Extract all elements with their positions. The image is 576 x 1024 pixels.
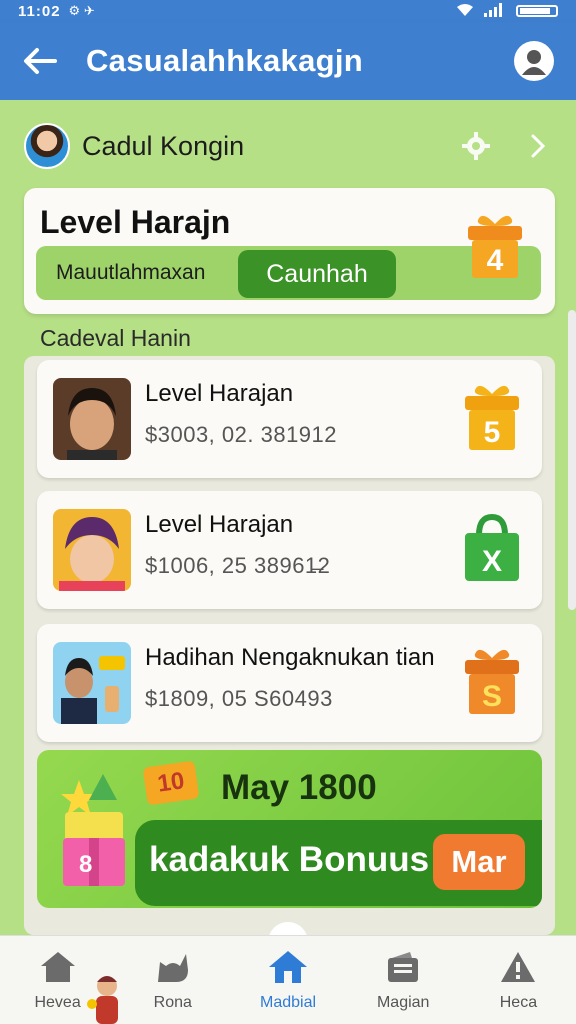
profile-chevron-button[interactable] (524, 128, 552, 164)
chevron-right-icon (531, 134, 546, 158)
profile-name: Cadu‌l Kongin (82, 130, 245, 161)
badge-number: S (482, 680, 502, 713)
arrow-left-icon (24, 48, 57, 74)
bonus-date: May 1800 (221, 768, 377, 807)
wifi-icon (456, 3, 474, 20)
level-title: Level Harajn (40, 204, 231, 240)
nav-label: Magian (376, 994, 430, 1011)
gift-icon[interactable]: S (461, 644, 523, 721)
nav-label: Rona (153, 994, 192, 1011)
status-right (456, 2, 558, 20)
section-title: Cadeval Hanin (40, 325, 191, 351)
bonus-text: kadakuk Bonuus (149, 840, 430, 879)
svg-text:8: 8 (79, 851, 92, 878)
battery-icon (516, 5, 558, 17)
gift-number: 4 (487, 244, 504, 277)
calendar-icon: 10 (142, 760, 200, 806)
profile-row: Cadu‌l Kongin (24, 122, 552, 170)
gear-icon (462, 132, 490, 160)
mascot-image (86, 972, 128, 1024)
reward-subtitle: $3003, 02. 381912 (145, 422, 338, 447)
thumbnail-image (53, 509, 131, 591)
main-panel: Cadu‌l Kongin Level Harajn Mauutlahmaxan… (0, 100, 576, 935)
scrollbar[interactable] (568, 310, 576, 610)
back-button[interactable] (22, 43, 58, 79)
claim-button[interactable]: Caunhah (238, 250, 396, 298)
list-item[interactable]: Hadihan Nengaknukan tian $1809, 05 S6049… (37, 624, 542, 742)
gift-icon[interactable]: 5 (461, 380, 523, 457)
nav-item-magian[interactable]: Magian (346, 936, 461, 1024)
user-icon (522, 50, 546, 75)
list-item[interactable]: Level Harajan $3003, 02. 381912 5 (37, 360, 542, 478)
shopping-bag-icon[interactable]: X (461, 511, 523, 588)
reward-title: Level Harajan (145, 511, 294, 538)
home-icon (267, 950, 309, 984)
nav-item-madbial[interactable]: Madbial (230, 936, 345, 1024)
cat-icon (154, 950, 192, 984)
page-title: Casualahhkakagjn (86, 43, 364, 78)
gift-box-icon: 8 (57, 772, 137, 897)
nav-label: Madbial (259, 994, 317, 1011)
thumbnail-image (53, 378, 131, 460)
gift-icon[interactable]: 4 (464, 210, 526, 285)
bonus-bar: kadakuk Bonuus Mar (135, 820, 542, 906)
nav-label: Hevea (34, 994, 81, 1011)
bonus-card[interactable]: 8 10 May 1800 kadakuk Bonuus Mar (37, 750, 542, 908)
reward-list: Level Harajan $3003, 02. 381912 5 Level … (24, 356, 555, 935)
reward-subtitle: $1809, 05 S60493 (145, 686, 333, 711)
status-bar: 11:02 ⚙ ✈ (0, 0, 576, 22)
nav-label: Heca (499, 994, 538, 1011)
wallet-icon (384, 950, 422, 984)
nav-item-heca[interactable]: Heca (461, 936, 576, 1024)
more-button[interactable]: Mar (433, 834, 525, 890)
list-item[interactable]: Level Harajan $1006, 25 38961̶2 X (37, 491, 542, 609)
thumbnail-image (53, 642, 131, 724)
account-button[interactable] (514, 41, 554, 81)
signal-icon (484, 2, 506, 20)
reward-title: Hadihan Nengaknukan tian (145, 644, 435, 671)
home-icon (39, 950, 77, 984)
badge-number: X (482, 545, 502, 578)
nav-item-rona[interactable]: Rona (115, 936, 230, 1024)
settings-button[interactable] (458, 128, 494, 164)
reward-subtitle: $1006, 25 38961̶2 (145, 553, 331, 578)
status-time: 11:02 (18, 2, 61, 20)
reward-title: Level Harajan (145, 380, 294, 407)
alert-icon (499, 950, 537, 984)
avatar[interactable] (24, 123, 70, 169)
badge-number: 5 (484, 416, 501, 449)
app-bar: Casualahhkakagjn (0, 22, 576, 100)
level-bar-label: Mauutlahmaxan (56, 261, 206, 284)
status-icons: ⚙ ✈ (68, 3, 95, 18)
level-card: Level Harajn Mauutlahmaxan Caunhah 4 (24, 188, 555, 314)
